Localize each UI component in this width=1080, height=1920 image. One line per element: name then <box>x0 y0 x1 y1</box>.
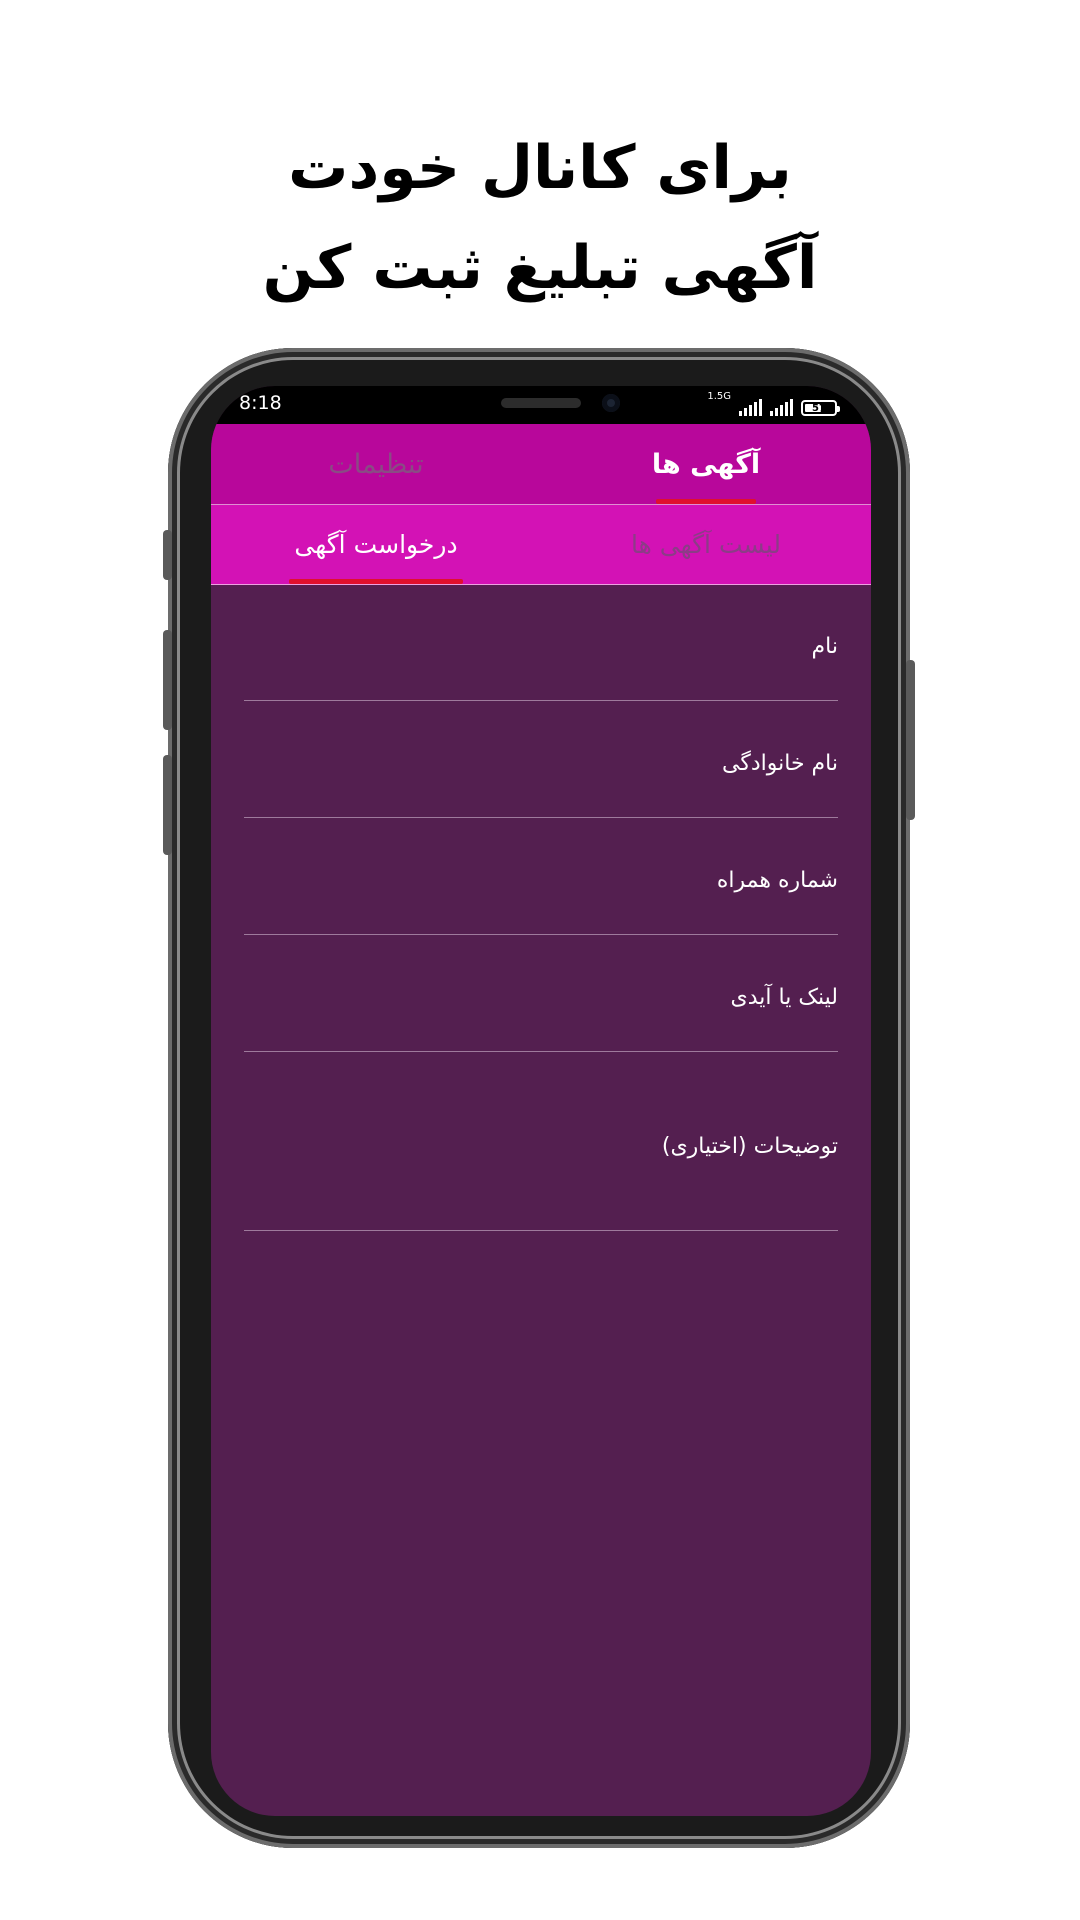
phone-side-button <box>163 755 172 855</box>
app-screen: 8:18 1.5G 57 آگهی ها تنظیمات لیست آگهی ه… <box>211 386 871 1816</box>
signal-icon <box>739 398 762 416</box>
network-type-label: 1.5G <box>707 391 731 402</box>
tab-ads-label: آگهی ها <box>651 448 761 480</box>
tab-ad-request-label: درخواست آگهی <box>294 530 458 559</box>
first-name-label: نام <box>811 634 838 659</box>
phone-side-button <box>906 660 915 820</box>
front-camera-icon <box>602 394 620 412</box>
main-tab-bar: آگهی ها تنظیمات <box>211 424 871 505</box>
link-or-id-label: لینک یا آیدی <box>730 985 839 1010</box>
status-icons: 1.5G 57 <box>707 391 840 416</box>
ad-request-form: نام نام خانوادگی شماره همراه لینک یا آید… <box>244 584 838 1231</box>
battery-level-text: 57 <box>812 402 826 414</box>
last-name-label: نام خانوادگی <box>722 751 838 776</box>
promo-headline: برای کانال خودت آگهی تبلیغ ثبت کن <box>0 118 1080 318</box>
sub-tab-bar: لیست آگهی ها درخواست آگهی <box>211 505 871 585</box>
tab-settings[interactable]: تنظیمات <box>211 424 541 504</box>
tab-ads[interactable]: آگهی ها <box>541 424 871 504</box>
phone-number-field[interactable]: شماره همراه <box>244 818 838 935</box>
phone-number-label: شماره همراه <box>716 868 838 893</box>
status-time: 8:18 <box>239 392 282 414</box>
last-name-field[interactable]: نام خانوادگی <box>244 701 838 818</box>
tab-ads-list[interactable]: لیست آگهی ها <box>541 505 871 584</box>
battery-icon: 57 <box>801 400 840 416</box>
phone-side-button <box>163 630 172 730</box>
battery-tip <box>837 406 840 412</box>
description-field[interactable]: توضیحات (اختیاری) <box>244 1052 838 1231</box>
headline-line-2: آگهی تبلیغ ثبت کن <box>262 233 818 303</box>
speaker-grille <box>501 398 581 408</box>
first-name-field[interactable]: نام <box>244 584 838 701</box>
headline-line-1: برای کانال خودت <box>288 133 792 203</box>
tab-ads-list-label: لیست آگهی ها <box>631 530 781 559</box>
tab-ads-indicator <box>656 499 756 504</box>
description-label: توضیحات (اختیاری) <box>661 1134 838 1159</box>
tab-ad-request[interactable]: درخواست آگهی <box>211 505 541 584</box>
link-or-id-field[interactable]: لینک یا آیدی <box>244 935 838 1052</box>
signal-icon <box>770 398 793 416</box>
phone-side-button <box>163 530 172 580</box>
tab-settings-label: تنظیمات <box>328 448 424 480</box>
